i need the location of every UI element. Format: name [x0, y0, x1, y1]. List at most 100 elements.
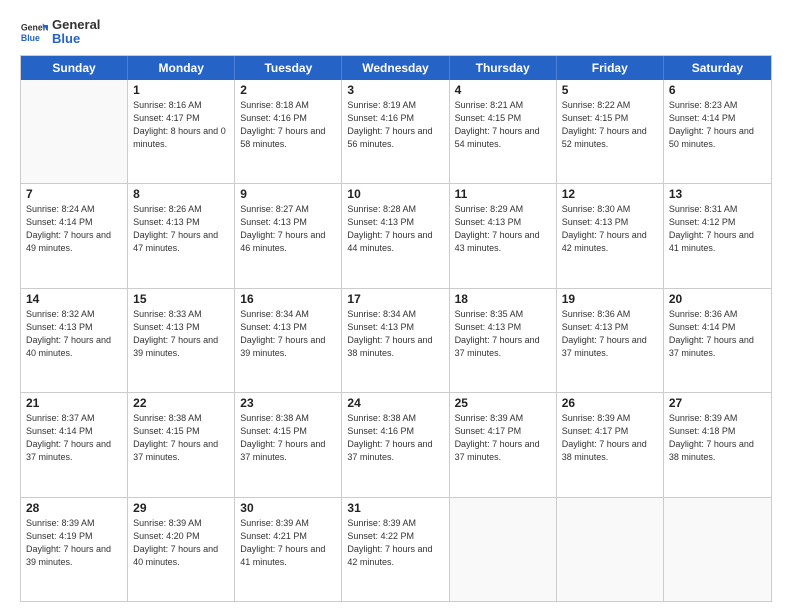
empty-cell [21, 80, 128, 183]
daylight-hours: Daylight: 7 hours and 49 minutes. [26, 229, 122, 255]
day-cell-22: 22Sunrise: 8:38 AMSunset: 4:15 PMDayligh… [128, 393, 235, 496]
daylight-hours: Daylight: 7 hours and 37 minutes. [669, 334, 766, 360]
logo-icon: General Blue [20, 18, 48, 46]
daylight-hours: Daylight: 7 hours and 54 minutes. [455, 125, 551, 151]
day-number: 22 [133, 396, 229, 410]
daylight-hours: Daylight: 7 hours and 39 minutes. [26, 543, 122, 569]
day-number: 2 [240, 83, 336, 97]
sunrise-time: Sunrise: 8:39 AM [133, 517, 229, 530]
sunrise-time: Sunrise: 8:34 AM [347, 308, 443, 321]
sunrise-time: Sunrise: 8:39 AM [669, 412, 766, 425]
sunset-time: Sunset: 4:14 PM [669, 321, 766, 334]
daylight-hours: Daylight: 7 hours and 39 minutes. [133, 334, 229, 360]
day-number: 11 [455, 187, 551, 201]
daylight-hours: Daylight: 7 hours and 41 minutes. [669, 229, 766, 255]
sunset-time: Sunset: 4:12 PM [669, 216, 766, 229]
logo: General Blue General Blue [20, 18, 100, 47]
day-cell-11: 11Sunrise: 8:29 AMSunset: 4:13 PMDayligh… [450, 184, 557, 287]
daylight-hours: Daylight: 7 hours and 37 minutes. [26, 438, 122, 464]
sunrise-time: Sunrise: 8:28 AM [347, 203, 443, 216]
sunset-time: Sunset: 4:13 PM [562, 216, 658, 229]
sunset-time: Sunset: 4:13 PM [133, 216, 229, 229]
day-number: 14 [26, 292, 122, 306]
day-number: 17 [347, 292, 443, 306]
sunrise-time: Sunrise: 8:32 AM [26, 308, 122, 321]
daylight-hours: Daylight: 7 hours and 44 minutes. [347, 229, 443, 255]
sunrise-time: Sunrise: 8:39 AM [455, 412, 551, 425]
day-cell-26: 26Sunrise: 8:39 AMSunset: 4:17 PMDayligh… [557, 393, 664, 496]
sunset-time: Sunset: 4:13 PM [133, 321, 229, 334]
sunset-time: Sunset: 4:17 PM [562, 425, 658, 438]
day-cell-8: 8Sunrise: 8:26 AMSunset: 4:13 PMDaylight… [128, 184, 235, 287]
day-cell-10: 10Sunrise: 8:28 AMSunset: 4:13 PMDayligh… [342, 184, 449, 287]
day-cell-28: 28Sunrise: 8:39 AMSunset: 4:19 PMDayligh… [21, 498, 128, 601]
sunset-time: Sunset: 4:13 PM [347, 216, 443, 229]
page-header: General Blue General Blue [20, 18, 772, 47]
sunrise-time: Sunrise: 8:38 AM [133, 412, 229, 425]
day-cell-21: 21Sunrise: 8:37 AMSunset: 4:14 PMDayligh… [21, 393, 128, 496]
day-cell-13: 13Sunrise: 8:31 AMSunset: 4:12 PMDayligh… [664, 184, 771, 287]
sunrise-time: Sunrise: 8:34 AM [240, 308, 336, 321]
day-cell-7: 7Sunrise: 8:24 AMSunset: 4:14 PMDaylight… [21, 184, 128, 287]
day-number: 23 [240, 396, 336, 410]
sunrise-time: Sunrise: 8:39 AM [26, 517, 122, 530]
weekday-header-sunday: Sunday [21, 56, 128, 80]
day-number: 4 [455, 83, 551, 97]
day-number: 25 [455, 396, 551, 410]
day-cell-31: 31Sunrise: 8:39 AMSunset: 4:22 PMDayligh… [342, 498, 449, 601]
day-cell-24: 24Sunrise: 8:38 AMSunset: 4:16 PMDayligh… [342, 393, 449, 496]
day-cell-27: 27Sunrise: 8:39 AMSunset: 4:18 PMDayligh… [664, 393, 771, 496]
sunrise-time: Sunrise: 8:18 AM [240, 99, 336, 112]
day-cell-18: 18Sunrise: 8:35 AMSunset: 4:13 PMDayligh… [450, 289, 557, 392]
sunrise-time: Sunrise: 8:31 AM [669, 203, 766, 216]
weekday-header-saturday: Saturday [664, 56, 771, 80]
daylight-hours: Daylight: 7 hours and 37 minutes. [240, 438, 336, 464]
sunset-time: Sunset: 4:13 PM [562, 321, 658, 334]
sunrise-time: Sunrise: 8:26 AM [133, 203, 229, 216]
sunset-time: Sunset: 4:17 PM [133, 112, 229, 125]
day-cell-3: 3Sunrise: 8:19 AMSunset: 4:16 PMDaylight… [342, 80, 449, 183]
day-number: 7 [26, 187, 122, 201]
day-cell-17: 17Sunrise: 8:34 AMSunset: 4:13 PMDayligh… [342, 289, 449, 392]
daylight-hours: Daylight: 7 hours and 46 minutes. [240, 229, 336, 255]
svg-text:General: General [21, 23, 48, 33]
sunset-time: Sunset: 4:21 PM [240, 530, 336, 543]
day-number: 19 [562, 292, 658, 306]
daylight-hours: Daylight: 7 hours and 37 minutes. [347, 438, 443, 464]
day-number: 27 [669, 396, 766, 410]
daylight-hours: Daylight: 7 hours and 56 minutes. [347, 125, 443, 151]
calendar: SundayMondayTuesdayWednesdayThursdayFrid… [20, 55, 772, 602]
sunrise-time: Sunrise: 8:35 AM [455, 308, 551, 321]
day-number: 1 [133, 83, 229, 97]
daylight-hours: Daylight: 7 hours and 38 minutes. [669, 438, 766, 464]
day-number: 12 [562, 187, 658, 201]
day-number: 26 [562, 396, 658, 410]
sunrise-time: Sunrise: 8:33 AM [133, 308, 229, 321]
daylight-hours: Daylight: 7 hours and 37 minutes. [455, 334, 551, 360]
day-cell-4: 4Sunrise: 8:21 AMSunset: 4:15 PMDaylight… [450, 80, 557, 183]
sunrise-time: Sunrise: 8:36 AM [562, 308, 658, 321]
day-cell-16: 16Sunrise: 8:34 AMSunset: 4:13 PMDayligh… [235, 289, 342, 392]
daylight-hours: Daylight: 7 hours and 37 minutes. [133, 438, 229, 464]
day-cell-2: 2Sunrise: 8:18 AMSunset: 4:16 PMDaylight… [235, 80, 342, 183]
logo-general: General [52, 18, 100, 32]
daylight-hours: Daylight: 7 hours and 39 minutes. [240, 334, 336, 360]
day-number: 8 [133, 187, 229, 201]
daylight-hours: Daylight: 7 hours and 42 minutes. [347, 543, 443, 569]
daylight-hours: Daylight: 7 hours and 40 minutes. [133, 543, 229, 569]
sunset-time: Sunset: 4:13 PM [26, 321, 122, 334]
sunrise-time: Sunrise: 8:24 AM [26, 203, 122, 216]
daylight-hours: Daylight: 7 hours and 50 minutes. [669, 125, 766, 151]
day-number: 16 [240, 292, 336, 306]
day-number: 31 [347, 501, 443, 515]
daylight-hours: Daylight: 7 hours and 52 minutes. [562, 125, 658, 151]
day-cell-6: 6Sunrise: 8:23 AMSunset: 4:14 PMDaylight… [664, 80, 771, 183]
sunrise-time: Sunrise: 8:19 AM [347, 99, 443, 112]
daylight-hours: Daylight: 7 hours and 42 minutes. [562, 229, 658, 255]
day-number: 18 [455, 292, 551, 306]
day-number: 20 [669, 292, 766, 306]
daylight-hours: Daylight: 7 hours and 40 minutes. [26, 334, 122, 360]
logo-blue: Blue [52, 32, 100, 46]
day-cell-15: 15Sunrise: 8:33 AMSunset: 4:13 PMDayligh… [128, 289, 235, 392]
calendar-row-1: 1Sunrise: 8:16 AMSunset: 4:17 PMDaylight… [21, 80, 771, 183]
